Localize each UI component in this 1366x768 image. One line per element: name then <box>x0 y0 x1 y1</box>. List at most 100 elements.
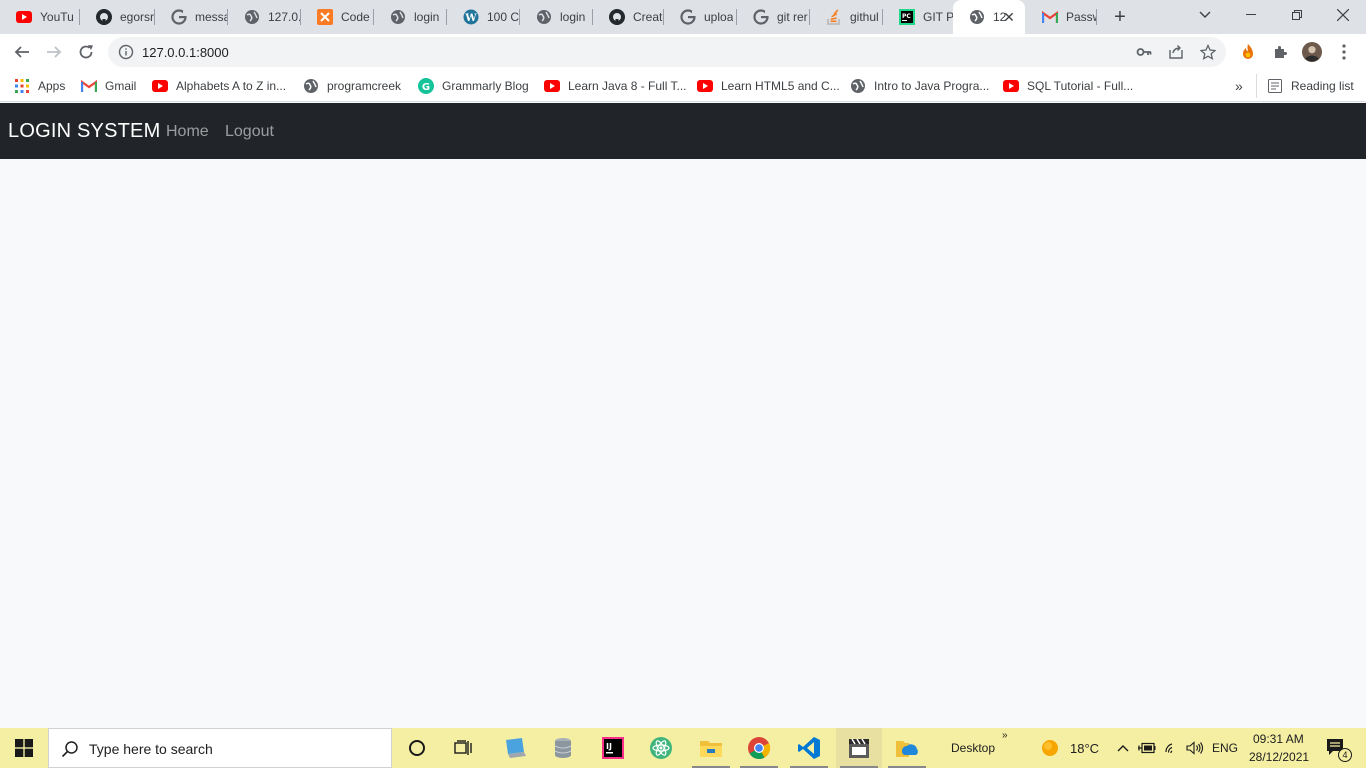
nav-link-logout[interactable]: Logout <box>225 123 274 141</box>
taskbar-app-intellij[interactable]: IJ <box>590 728 636 768</box>
desktop-toolbar-chevron[interactable]: » <box>1002 730 1008 741</box>
new-tab-button[interactable]: + <box>1108 5 1132 29</box>
navbar-brand[interactable]: LOGIN SYSTEM <box>8 120 160 143</box>
volume-button[interactable] <box>1183 728 1207 768</box>
tab-youtube[interactable]: YouTu <box>0 0 78 34</box>
bookmark-alphabets[interactable]: Alphabets A to Z in... <box>152 76 286 96</box>
bookmark-sql-tutorial[interactable]: SQL Tutorial - Full... <box>1003 76 1133 96</box>
pycharm-icon: PC <box>899 9 915 25</box>
bookmark-learn-html5[interactable]: Learn HTML5 and C... <box>697 76 840 96</box>
tab-wordpress[interactable]: W 100 C <box>447 0 519 34</box>
svg-text:W: W <box>464 13 477 24</box>
taskbar-app-atom[interactable] <box>638 728 684 768</box>
desktop-toolbar-label[interactable]: Desktop <box>951 741 995 755</box>
taskbar-app-weather-cloud[interactable] <box>884 728 930 768</box>
tab-google-upload[interactable]: uploa <box>664 0 736 34</box>
input-language-indicator[interactable]: ENG <box>1212 741 1238 755</box>
cortana-button[interactable] <box>394 728 440 768</box>
url-text[interactable]: 127.0.0.1:8000 <box>142 45 229 60</box>
youtube-icon <box>16 9 32 25</box>
taskbar-app-file-explorer[interactable] <box>688 728 734 768</box>
bookmark-intro-java[interactable]: Intro to Java Progra... <box>850 76 989 96</box>
taskbar-search-placeholder: Type here to search <box>89 741 213 757</box>
weather-sun-icon[interactable] <box>1036 728 1064 768</box>
close-tab-icon[interactable]: ✕ <box>1001 9 1017 25</box>
tab-login-2[interactable]: login <box>520 0 592 34</box>
forward-button[interactable] <box>40 38 68 66</box>
atom-icon <box>650 737 672 759</box>
speaker-icon <box>1186 741 1204 755</box>
share-icon[interactable] <box>1168 44 1184 60</box>
reload-button[interactable] <box>72 38 100 66</box>
youtube-icon <box>1003 78 1019 94</box>
show-hidden-icons-button[interactable] <box>1112 728 1134 768</box>
globe-icon <box>536 9 552 25</box>
back-button[interactable] <box>8 38 36 66</box>
tab-code[interactable]: Code <box>301 0 373 34</box>
tab-google-git[interactable]: git rer <box>737 0 809 34</box>
key-icon[interactable] <box>1136 44 1152 60</box>
bookmark-apps[interactable]: Apps <box>14 76 65 96</box>
google-icon <box>171 9 187 25</box>
taskbar-app-database[interactable] <box>540 728 586 768</box>
tab-search-button[interactable] <box>1182 0 1228 30</box>
apps-grid-icon <box>14 78 30 94</box>
wifi-button[interactable] <box>1160 728 1184 768</box>
bookmark-gmail[interactable]: Gmail <box>81 76 136 96</box>
globe-icon <box>850 78 866 94</box>
restore-button[interactable] <box>1274 0 1320 30</box>
chevron-down-icon <box>1199 11 1211 18</box>
globe-icon <box>969 9 985 25</box>
action-center-button[interactable]: 4 <box>1316 728 1356 768</box>
reload-icon <box>79 45 93 59</box>
tab-google-messages[interactable]: messa <box>155 0 227 34</box>
reading-list-button[interactable]: Reading list <box>1267 76 1354 96</box>
start-button[interactable] <box>0 728 48 768</box>
clock-time[interactable]: 09:31 AM <box>1253 732 1304 746</box>
extensions-puzzle-icon[interactable] <box>1270 42 1290 62</box>
svg-text:IJ: IJ <box>606 742 612 751</box>
tab-active-localhost[interactable]: 12 ✕ <box>953 0 1025 34</box>
minimize-icon <box>1246 14 1256 15</box>
close-window-button[interactable] <box>1320 0 1366 30</box>
tab-stackoverflow[interactable]: githul <box>810 0 882 34</box>
address-bar[interactable]: 127.0.0.1:8000 <box>108 37 1226 67</box>
globe-icon <box>390 9 406 25</box>
taskbar-app-chrome[interactable] <box>736 728 782 768</box>
bookmark-programcreek[interactable]: programcreek <box>303 76 401 96</box>
taskbar-app-this-pc[interactable] <box>492 728 538 768</box>
tab-login[interactable]: login <box>374 0 446 34</box>
bookmarks-overflow-button[interactable]: » <box>1235 76 1243 96</box>
taskbar-app-video-editor[interactable] <box>836 728 882 768</box>
vscode-icon <box>798 737 820 759</box>
taskbar-search-box[interactable]: Type here to search <box>48 728 392 768</box>
restore-icon <box>1292 10 1302 20</box>
tab-github-create[interactable]: Create <box>593 0 663 34</box>
tab-localhost[interactable]: 127.0. <box>228 0 300 34</box>
tab-pycharm[interactable]: PC GIT Pu <box>883 0 953 34</box>
bookmark-star-icon[interactable] <box>1199 43 1217 61</box>
menu-kebab-icon[interactable] <box>1334 42 1354 62</box>
back-arrow-icon <box>14 46 29 58</box>
taskbar-app-vscode[interactable] <box>786 728 832 768</box>
site-navbar: LOGIN SYSTEM Home Logout <box>0 103 1366 159</box>
tab-gmail[interactable]: Passw <box>1026 0 1096 34</box>
battery-button[interactable] <box>1135 728 1159 768</box>
youtube-icon <box>697 78 713 94</box>
tab-separator <box>1096 9 1097 25</box>
site-info-icon[interactable] <box>118 44 134 60</box>
nav-link-home[interactable]: Home <box>166 123 209 141</box>
profile-avatar[interactable] <box>1302 42 1322 62</box>
tab-github[interactable]: egorsr <box>80 0 154 34</box>
bookmark-learn-java[interactable]: Learn Java 8 - Full T... <box>544 76 687 96</box>
close-icon <box>1337 9 1349 21</box>
laptop-icon <box>506 738 526 758</box>
youtube-icon <box>152 78 168 94</box>
clock-date[interactable]: 28/12/2021 <box>1249 750 1309 764</box>
extension-fire-icon[interactable] <box>1238 42 1258 62</box>
forward-arrow-icon <box>47 46 62 58</box>
bookmark-grammarly[interactable]: G Grammarly Blog <box>418 76 529 96</box>
weather-temperature[interactable]: 18°C <box>1070 741 1099 756</box>
minimize-button[interactable] <box>1228 0 1274 30</box>
task-view-button[interactable] <box>440 728 486 768</box>
